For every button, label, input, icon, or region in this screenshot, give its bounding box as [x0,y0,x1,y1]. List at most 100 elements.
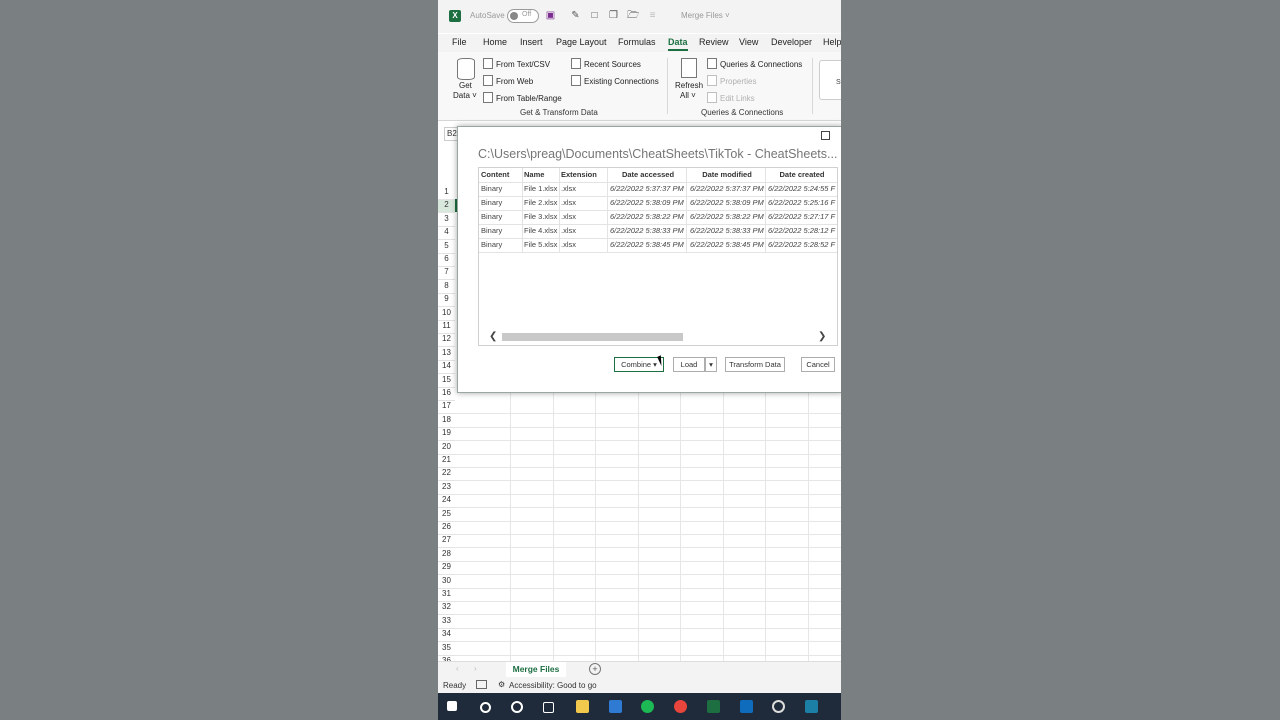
windows-start-icon[interactable] [447,701,457,711]
tab-developer[interactable]: Developer [771,37,812,47]
row-header[interactable]: 16 [438,388,455,397]
row-header[interactable]: 24 [438,495,455,504]
excel-taskbar-icon[interactable] [707,700,720,713]
cancel-button[interactable]: Cancel [801,357,835,372]
from-table-range-button[interactable]: From Table/Range [483,92,562,103]
row-header[interactable]: 12 [438,334,455,343]
row-header[interactable]: 35 [438,643,455,652]
row-header[interactable]: 30 [438,576,455,585]
recent-sources-button[interactable]: Recent Sources [571,58,641,69]
properties-button[interactable]: Properties [707,75,756,86]
refresh-all-label[interactable]: Refresh [675,81,703,90]
grid-row-line [455,426,841,428]
row-header[interactable]: 32 [438,602,455,611]
row-header[interactable]: 15 [438,375,455,384]
row-header[interactable]: 27 [438,535,455,544]
row-header[interactable]: 8 [438,281,455,290]
prev-sheet-icon[interactable]: ‹ [456,664,459,673]
file-explorer-icon[interactable] [576,700,589,713]
row-header[interactable]: 2 [438,200,455,209]
stocks-button[interactable]: St [819,60,841,100]
form-icon[interactable]: ✎ [570,10,581,21]
tab-review[interactable]: Review [699,37,729,47]
spotify-icon[interactable] [641,700,654,713]
column-header[interactable]: Extension [561,168,606,182]
open-folder-icon[interactable]: 🗁 [627,10,639,21]
search-icon[interactable] [480,702,491,713]
mail-icon[interactable] [609,700,622,713]
row-header[interactable]: 23 [438,482,455,491]
scroll-right-icon[interactable]: ❯ [818,331,826,343]
row-header[interactable]: 7 [438,267,455,276]
row-header[interactable]: 13 [438,348,455,357]
load-button[interactable]: Load [673,357,705,372]
next-sheet-icon[interactable]: › [474,664,477,673]
from-text-csv-button[interactable]: From Text/CSV [483,58,550,69]
tab-page-layout[interactable]: Page Layout [556,37,607,47]
save-icon[interactable]: ▣ [545,10,556,21]
row-header[interactable]: 19 [438,428,455,437]
autosave-toggle[interactable]: Off [507,9,539,23]
row-header[interactable]: 29 [438,562,455,571]
row-header[interactable]: 10 [438,308,455,317]
tab-home[interactable]: Home [483,37,507,47]
queries-connections-button[interactable]: Queries & Connections [707,58,802,69]
combine-button[interactable]: Combine ▾ [614,357,664,372]
horizontal-scrollbar[interactable]: ❮ ❯ [479,331,837,343]
add-sheet-icon[interactable]: + [589,663,601,675]
row-header[interactable]: 5 [438,241,455,250]
column-header[interactable]: Name [524,168,560,182]
column-header[interactable]: Content [481,168,521,182]
row-header[interactable]: 1 [438,187,455,196]
row-header[interactable]: 21 [438,455,455,464]
row-header[interactable]: 17 [438,401,455,410]
row-header[interactable]: 9 [438,294,455,303]
row-header[interactable]: 4 [438,227,455,236]
row-header[interactable]: 34 [438,629,455,638]
customize-icon[interactable]: ≡ [647,10,658,21]
row-header[interactable]: 11 [438,321,455,330]
row-header[interactable]: 28 [438,549,455,558]
app-icon[interactable] [805,700,818,713]
file-name[interactable]: Merge Files ˅ [681,11,730,20]
row-header[interactable]: 14 [438,361,455,370]
row-header[interactable]: 33 [438,616,455,625]
row-header[interactable]: 6 [438,254,455,263]
transform-data-button[interactable]: Transform Data [725,357,785,372]
chrome-icon[interactable] [674,700,687,713]
task-view-icon[interactable] [543,702,554,713]
row-header[interactable]: 22 [438,468,455,477]
accessibility-status[interactable]: Accessibility: Good to go [509,681,597,690]
scroll-thumb[interactable] [502,333,683,341]
existing-connections-button[interactable]: Existing Connections [571,75,659,86]
column-header[interactable]: Date accessed [610,168,686,182]
tab-help[interactable]: Help [823,37,841,47]
from-web-button[interactable]: From Web [483,75,533,86]
tab-view[interactable]: View [739,37,758,47]
row-header[interactable]: 25 [438,509,455,518]
tab-data[interactable]: Data [668,37,688,51]
copy-icon[interactable]: ❐ [608,10,619,21]
obs-icon[interactable] [772,700,785,713]
edit-links-button[interactable]: Edit Links [707,92,755,103]
load-dropdown[interactable]: ▾ [705,357,717,372]
get-data-label[interactable]: Get [459,81,472,90]
column-header[interactable]: Date modified [690,168,764,182]
tab-insert[interactable]: Insert [520,37,543,47]
row-header[interactable]: 26 [438,522,455,531]
cortana-icon[interactable] [511,701,523,713]
row-header[interactable]: 20 [438,442,455,451]
new-file-icon[interactable]: □ [589,10,600,21]
tab-formulas[interactable]: Formulas [618,37,656,47]
column-header[interactable]: Date created [768,168,836,182]
tab-file[interactable]: File [452,37,467,47]
row-header[interactable]: 31 [438,589,455,598]
row-header[interactable]: 3 [438,214,455,223]
row-header[interactable]: 18 [438,415,455,424]
get-data-dropdown[interactable]: Data ˅ [453,91,477,100]
scroll-left-icon[interactable]: ❮ [489,331,497,343]
refresh-all-dropdown[interactable]: All ˅ [680,91,696,100]
macro-record-icon[interactable] [476,680,487,689]
outlook-icon[interactable] [740,700,753,713]
maximize-icon[interactable] [821,131,830,140]
